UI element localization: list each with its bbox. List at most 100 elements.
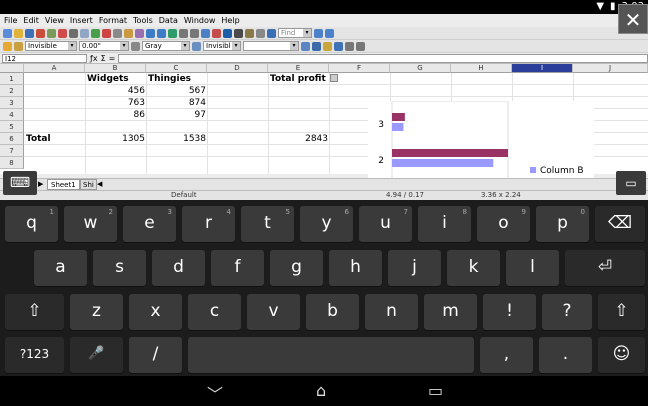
edit-icon[interactable] bbox=[47, 28, 56, 38]
new-icon[interactable] bbox=[3, 28, 12, 38]
key-l[interactable]: l bbox=[506, 250, 559, 286]
row-header-7[interactable]: 7 bbox=[0, 145, 24, 157]
corner-select-all[interactable] bbox=[0, 64, 24, 73]
sheet-tab-sheet2[interactable]: Shi bbox=[80, 179, 97, 190]
cell-e1[interactable]: Total profit bbox=[270, 73, 326, 85]
key-i[interactable]: 8i bbox=[418, 206, 471, 242]
copy-icon[interactable] bbox=[113, 28, 122, 38]
key-j[interactable]: j bbox=[388, 250, 441, 286]
row-header-4[interactable]: 4 bbox=[0, 109, 24, 121]
row-header-5[interactable]: 5 bbox=[0, 121, 24, 133]
column-header-d[interactable]: D bbox=[207, 64, 268, 73]
key-f[interactable]: f bbox=[211, 250, 264, 286]
name-box[interactable]: I12 bbox=[2, 53, 87, 63]
cell-b4[interactable]: 86 bbox=[85, 109, 145, 121]
pdf-icon[interactable] bbox=[58, 28, 67, 38]
key-e[interactable]: 3e bbox=[123, 206, 176, 242]
navigator-icon[interactable] bbox=[223, 28, 232, 38]
key-z[interactable]: z bbox=[70, 294, 123, 330]
key-q[interactable]: 1q bbox=[5, 206, 58, 242]
anchor-icon[interactable] bbox=[312, 41, 321, 51]
key-a[interactable]: a bbox=[34, 250, 87, 286]
rotate-icon[interactable] bbox=[301, 41, 310, 51]
key-d[interactable]: d bbox=[152, 250, 205, 286]
area-style-select[interactable]: Invisibl ▾ bbox=[203, 41, 241, 51]
menu-view[interactable]: View bbox=[45, 16, 64, 25]
key-h[interactable]: h bbox=[329, 250, 382, 286]
symbols-key[interactable]: ?123 bbox=[5, 337, 64, 373]
menu-data[interactable]: Data bbox=[159, 16, 178, 25]
enter-icon[interactable]: ⏎ bbox=[565, 250, 645, 286]
key-m[interactable]: m bbox=[424, 294, 477, 330]
back-icon[interactable]: ﹀ bbox=[207, 381, 223, 405]
find-next-icon[interactable] bbox=[314, 28, 323, 38]
cell-e6[interactable]: 2843 bbox=[268, 133, 328, 145]
redo-icon[interactable] bbox=[157, 28, 166, 38]
key-u[interactable]: 7u bbox=[359, 206, 412, 242]
key-period[interactable]: . bbox=[539, 337, 592, 373]
column-header-b[interactable]: B bbox=[85, 64, 146, 73]
key-p[interactable]: 0p bbox=[536, 206, 589, 242]
column-header-i[interactable]: I bbox=[512, 64, 573, 73]
cell-c3[interactable]: 874 bbox=[146, 97, 206, 109]
zoom-icon[interactable] bbox=[256, 28, 265, 38]
key-k[interactable]: k bbox=[447, 250, 500, 286]
key-b[interactable]: b bbox=[306, 294, 359, 330]
row-header-8[interactable]: 8 bbox=[0, 157, 24, 169]
keyboard-toggle-icon[interactable]: ⌨ bbox=[3, 171, 37, 195]
cell-c2[interactable]: 567 bbox=[146, 85, 206, 97]
backspace-icon[interactable]: ⌫ bbox=[595, 206, 645, 242]
tab-nav-next-icon[interactable]: ▶ bbox=[38, 180, 43, 188]
line-style-select[interactable]: Invisible ▾ bbox=[25, 41, 77, 51]
key-exclamation[interactable]: ! bbox=[483, 294, 536, 330]
area-fill-select[interactable]: ▾ bbox=[243, 41, 299, 51]
column-header-g[interactable]: G bbox=[390, 64, 451, 73]
line-width-field[interactable]: 0.00" ▾ bbox=[79, 41, 129, 51]
cell-c4[interactable]: 97 bbox=[146, 109, 206, 121]
column-header-h[interactable]: H bbox=[451, 64, 512, 73]
close-icon[interactable]: ✕ bbox=[618, 4, 648, 34]
sum-icon[interactable]: Σ bbox=[101, 54, 106, 63]
row-header-3[interactable]: 3 bbox=[0, 97, 24, 109]
spellcheck-icon[interactable] bbox=[91, 28, 100, 38]
key-comma[interactable]: , bbox=[480, 337, 533, 373]
menu-window[interactable]: Window bbox=[184, 16, 216, 25]
preview-icon[interactable] bbox=[80, 28, 89, 38]
select-icon[interactable] bbox=[356, 41, 365, 51]
column-header-a[interactable]: A bbox=[24, 64, 85, 73]
datasource-icon[interactable] bbox=[245, 28, 254, 38]
menu-file[interactable]: File bbox=[4, 16, 17, 25]
cell-b2[interactable]: 456 bbox=[85, 85, 145, 97]
emoji-icon[interactable]: ☺ bbox=[598, 337, 645, 373]
key-slash[interactable]: / bbox=[129, 337, 182, 373]
menu-tools[interactable]: Tools bbox=[133, 16, 153, 25]
mic-icon[interactable]: 🎤 bbox=[70, 337, 123, 373]
key-c[interactable]: c bbox=[188, 294, 241, 330]
equals-icon[interactable]: = bbox=[109, 54, 116, 63]
key-y[interactable]: 6y bbox=[300, 206, 353, 242]
key-n[interactable]: n bbox=[365, 294, 418, 330]
home-icon[interactable]: ⌂ bbox=[316, 381, 326, 400]
key-s[interactable]: s bbox=[93, 250, 146, 286]
sort-descending-icon[interactable] bbox=[190, 28, 199, 38]
autofilter-button[interactable] bbox=[330, 74, 338, 82]
chart-icon[interactable] bbox=[201, 28, 210, 38]
cell-b1[interactable]: Widgets bbox=[87, 73, 129, 85]
line-icon[interactable] bbox=[3, 41, 12, 51]
hyperlink-icon[interactable] bbox=[168, 28, 177, 38]
email-icon[interactable] bbox=[36, 28, 45, 38]
sheet-tab-sheet1[interactable]: Sheet1 bbox=[47, 179, 80, 190]
column-header-f[interactable]: F bbox=[329, 64, 390, 73]
paste-icon[interactable] bbox=[124, 28, 133, 38]
save-icon[interactable] bbox=[25, 28, 34, 38]
format-paintbrush-icon[interactable] bbox=[135, 28, 144, 38]
recents-icon[interactable]: ▭ bbox=[428, 381, 443, 400]
row-header-1[interactable]: 1 bbox=[0, 73, 24, 85]
cell-b3[interactable]: 763 bbox=[85, 97, 145, 109]
cut-icon[interactable] bbox=[102, 28, 111, 38]
menu-insert[interactable]: Insert bbox=[70, 16, 93, 25]
formula-input[interactable] bbox=[118, 53, 648, 63]
column-header-e[interactable]: E bbox=[268, 64, 329, 73]
open-icon[interactable] bbox=[14, 28, 23, 38]
cell-c6[interactable]: 1538 bbox=[146, 133, 206, 145]
